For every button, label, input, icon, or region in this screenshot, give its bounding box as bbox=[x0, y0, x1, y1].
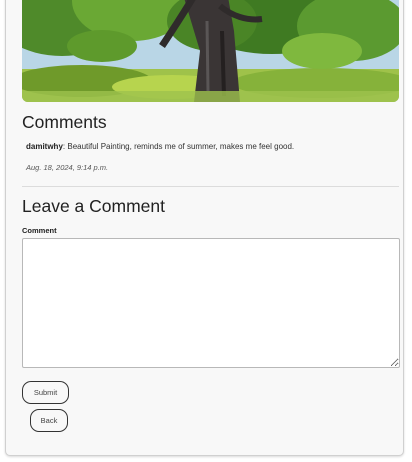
comments-heading: Comments bbox=[22, 112, 107, 132]
leave-comment-heading: Leave a Comment bbox=[22, 196, 165, 216]
comment-date: Aug. 18, 2024, 9:14 p.m. bbox=[26, 163, 109, 172]
comment-textarea[interactable] bbox=[22, 238, 400, 368]
painting-image bbox=[22, 0, 399, 102]
back-button[interactable]: Back bbox=[30, 409, 68, 432]
comment-text: Beautiful Painting, reminds me of summer… bbox=[67, 142, 295, 151]
comment-item: damitwhy: Beautiful Painting, reminds me… bbox=[26, 142, 294, 151]
section-divider bbox=[22, 186, 399, 187]
comment-author: damitwhy bbox=[26, 142, 63, 151]
submit-button[interactable]: Submit bbox=[22, 381, 69, 404]
post-card: Comments damitwhy: Beautiful Painting, r… bbox=[5, 0, 404, 456]
comment-field-label: Comment bbox=[22, 226, 57, 235]
